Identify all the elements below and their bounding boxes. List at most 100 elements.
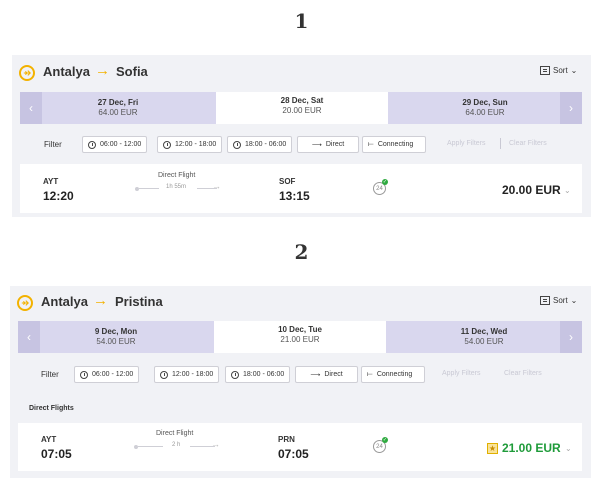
chip-label: 18:00 - 06:00 [245,141,287,148]
flight-card[interactable]: AYT 12:20 Direct Flight 1h 55m → SOF 13:… [20,164,582,213]
chip-label: Direct [325,141,345,148]
chevron-down-icon[interactable]: ⌄ [564,186,571,195]
date-label: 9 Dec, Mon [94,327,138,336]
filter-bar: Filter 06:00 - 12:00 12:00 - 18:00 18:00… [20,135,582,157]
chevron-left-icon[interactable]: ‹ [18,321,40,353]
departure-time: 07:05 [41,447,72,461]
route-header: Antalya → Pristina Sort ⌄ [10,289,591,319]
date-option-next[interactable]: 11 Dec, Wed 54.00 EUR [386,321,582,353]
date-price: 54.00 EUR [96,337,136,346]
sort-button[interactable]: Sort ⌄ [540,296,577,305]
route-origin: Antalya [41,294,88,309]
divider [500,138,501,149]
clock-icon [163,140,171,149]
filter-bar: Filter 06:00 - 12:00 12:00 - 18:00 18:00… [18,365,582,387]
flight-duration: 1h 55m [166,184,187,190]
flight-type: Direct Flight [156,430,194,437]
arrow-right-icon: → [211,439,220,449]
arrival-time: 07:05 [278,447,309,461]
filter-chip-connecting[interactable]: ⟝ Connecting [361,366,425,383]
departure-time: 12:20 [43,189,74,203]
result-panel-2: Antalya → Pristina Sort ⌄ 9 Dec, Mon 54.… [10,286,591,478]
filter-chip-afternoon[interactable]: 12:00 - 18:00 [154,366,220,383]
plane-icon [19,65,35,81]
chip-label: 06:00 - 12:00 [92,371,134,378]
chip-label: 12:00 - 18:00 [175,141,217,148]
date-option-prev[interactable]: 9 Dec, Mon 54.00 EUR [18,321,214,353]
chevron-right-icon[interactable]: › [560,92,582,124]
section-number: 2 [294,240,309,264]
chevron-right-icon[interactable]: › [560,321,582,353]
chevron-down-icon[interactable]: ⌄ [565,444,572,453]
date-price: 21.00 EUR [280,335,320,344]
filter-chip-afternoon[interactable]: 12:00 - 18:00 [157,136,223,153]
timeline-line [139,188,159,189]
departure-code: AYT [43,177,59,186]
route-header: Antalya → Sofia Sort ⌄ [12,59,591,89]
clock-icon [88,140,96,149]
filter-chip-morning[interactable]: 06:00 - 12:00 [74,366,140,383]
clock-icon [233,140,241,149]
filter-chip-direct[interactable]: ⟶ Direct [297,136,359,153]
chevron-left-icon[interactable]: ‹ [20,92,42,124]
chip-label: 12:00 - 18:00 [172,371,214,378]
flight-duration: 2 h [172,442,181,448]
date-option-prev[interactable]: 27 Dec, Fri 64.00 EUR [20,92,216,124]
flight-card[interactable]: AYT 07:05 Direct Flight 2 h → PRN 07:05 … [18,423,582,471]
clock-icon [231,370,239,379]
arrival-code: SOF [279,177,296,186]
section-subheading: Direct Flights [29,405,74,412]
chip-label: Direct [324,371,343,378]
filter-chip-evening[interactable]: 18:00 - 06:00 [227,136,293,153]
flight-price: 21.00 EUR [502,441,561,455]
sort-label: Sort [553,296,568,305]
chip-label: 18:00 - 06:00 [243,371,285,378]
clock-icon [80,370,88,379]
apply-filters-button[interactable]: Apply Filters [442,370,481,377]
date-price: 20.00 EUR [282,106,322,115]
chevron-down-icon: ⌄ [570,296,578,305]
date-selector: 27 Dec, Fri 64.00 EUR 28 Dec, Sat 20.00 … [20,92,582,124]
sort-icon [540,66,550,75]
date-price: 64.00 EUR [465,108,505,117]
flight-price: 20.00 EUR [502,183,561,197]
date-option-selected[interactable]: 10 Dec, Tue 21.00 EUR [214,321,386,353]
arrow-right-icon: ⟶ [310,371,321,379]
clear-filters-button[interactable]: Clear Filters [504,370,542,377]
route-destination: Pristina [115,294,163,309]
timeline-line [138,446,163,447]
check-icon: ✓ [382,179,388,185]
route-destination: Sofia [116,64,148,79]
departure-code: AYT [41,435,57,444]
sort-button[interactable]: Sort ⌄ [540,66,577,75]
chip-label: Connecting [377,141,414,148]
route-origin: Antalya [43,64,90,79]
filter-chip-direct[interactable]: ⟶ Direct [295,366,358,383]
date-option-next[interactable]: 29 Dec, Sun 64.00 EUR [388,92,582,124]
plane-icon [17,295,33,311]
filter-chip-evening[interactable]: 18:00 - 06:00 [225,366,291,383]
chevron-down-icon: ⌄ [570,66,578,75]
star-icon: ★ [487,443,498,454]
flight-type: Direct Flight [158,172,196,179]
clear-filters-button[interactable]: Clear Filters [509,140,547,147]
result-panel-1: Antalya → Sofia Sort ⌄ 27 Dec, Fri 64.00… [12,55,591,217]
filter-chip-connecting[interactable]: ⟝ Connecting [362,136,426,153]
arrow-right-icon: ⟶ [311,141,322,149]
clock-icon [160,370,168,379]
arrival-code: PRN [278,435,295,444]
route-arrow-icon: → [95,62,110,79]
filter-label: Filter [41,370,59,379]
arrow-right-icon: → [212,181,221,191]
filter-chip-morning[interactable]: 06:00 - 12:00 [82,136,148,153]
apply-filters-button[interactable]: Apply Filters [447,140,486,147]
chip-label: 06:00 - 12:00 [100,141,142,148]
date-option-selected[interactable]: 28 Dec, Sat 20.00 EUR [216,92,388,124]
sort-label: Sort [553,66,568,75]
date-label: 10 Dec, Tue [278,325,322,334]
date-label: 11 Dec, Wed [460,327,508,336]
sort-icon [540,296,550,305]
connecting-icon: ⟝ [368,140,374,148]
connecting-icon: ⟝ [367,370,373,378]
date-label: 27 Dec, Fri [97,98,139,107]
